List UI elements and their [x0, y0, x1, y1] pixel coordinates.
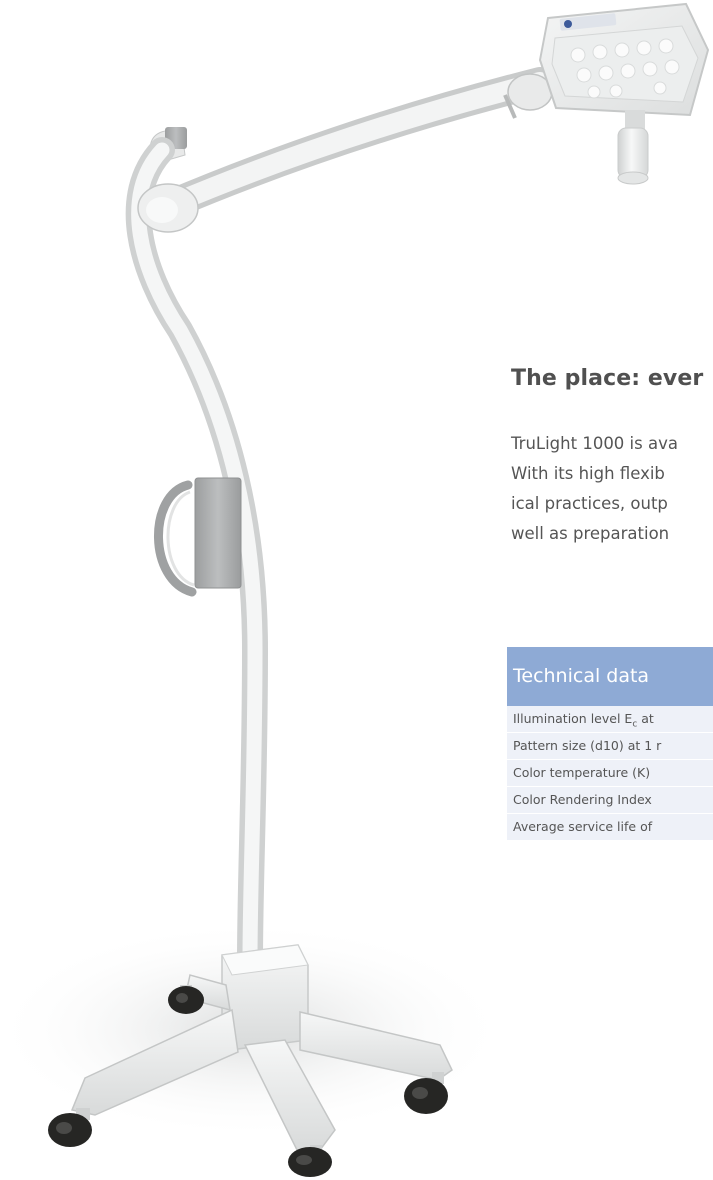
paragraph-line: ical practices, outp	[511, 494, 668, 513]
paragraph-line: TruLight 1000 is ava	[511, 434, 678, 453]
table-row: Average service life of	[507, 814, 713, 841]
examination-lamp-image	[0, 2, 710, 1177]
sterile-handle	[617, 110, 649, 185]
product-page: The place: ever TruLight 1000 is ava Wit…	[0, 0, 713, 1180]
row-label: Average service life of	[513, 819, 653, 834]
table-row: Illumination level Ec at	[507, 706, 713, 733]
table-row: Pattern size (d10) at 1 r	[507, 733, 713, 760]
arm-joint	[507, 73, 553, 111]
pole-handle	[154, 477, 242, 597]
technical-data-table: Technical data Illumination level Ec at …	[507, 647, 713, 841]
table-row: Color Rendering Index	[507, 787, 713, 814]
row-label: Color temperature (K)	[513, 765, 651, 780]
row-label: Illumination level E	[513, 711, 633, 726]
table-row: Color temperature (K)	[507, 760, 713, 787]
row-label-suffix: at	[637, 711, 654, 726]
section-paragraph: TruLight 1000 is ava With its high flexi…	[511, 429, 678, 549]
lamp-head	[538, 2, 710, 117]
paragraph-line: well as preparation	[511, 524, 670, 543]
technical-data-title: Technical data	[507, 647, 713, 706]
paragraph-line: With its high flexib	[511, 464, 665, 483]
section-heading: The place: ever	[511, 366, 704, 391]
row-label: Pattern size (d10) at 1 r	[513, 738, 662, 753]
row-label: Color Rendering Index	[513, 792, 652, 807]
